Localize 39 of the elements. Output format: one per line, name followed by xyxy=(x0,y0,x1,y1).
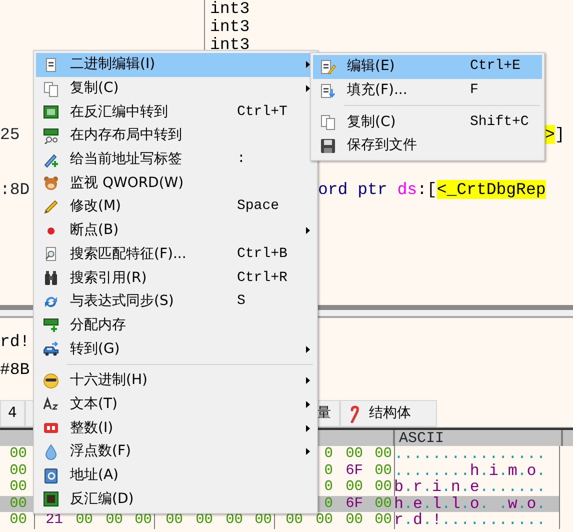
code-text: int3 xyxy=(210,0,250,18)
hex-byte: 00 xyxy=(374,446,392,462)
hex-byte: 00 xyxy=(10,462,27,478)
hex-byte: 00 xyxy=(316,512,333,528)
code-text: int3 xyxy=(210,17,250,36)
ascii-text: ................ xyxy=(394,445,546,463)
ascii-text: h.e.l.l.o. .w.o. xyxy=(394,494,546,512)
hex-byte: 6F xyxy=(346,496,363,512)
hex-byte: 00 xyxy=(374,462,392,478)
hex-byte: 00 xyxy=(10,496,27,512)
info-text: rd! xyxy=(0,332,30,351)
hex-byte: 00 xyxy=(374,512,392,528)
hex-byte: 0 xyxy=(324,446,333,462)
code-text: ord ptr xyxy=(318,180,388,199)
code-text: ds xyxy=(397,180,418,199)
hex-byte: 00 xyxy=(346,479,363,495)
code-text: 25 xyxy=(0,125,20,144)
column-header: ASCII xyxy=(399,430,444,447)
ascii-text: r.d.!........... xyxy=(394,511,546,529)
hex-byte: 00 xyxy=(374,479,392,495)
code-text: int3 xyxy=(210,35,250,54)
code-text: ] xyxy=(554,125,565,144)
hex-byte: 00 xyxy=(10,479,27,495)
hex-byte: 0 xyxy=(324,462,333,478)
hex-byte: 00 xyxy=(346,446,363,462)
ascii-text: b.r.i.n.e....... xyxy=(394,478,546,496)
hex-byte: 0 xyxy=(324,496,333,512)
hex-byte: 0 xyxy=(324,479,333,495)
ascii-text: ........h.i.m.o. xyxy=(394,462,546,480)
code-text: :8D xyxy=(0,180,30,199)
hex-byte: 00 xyxy=(10,512,27,528)
hex-byte: 6F xyxy=(346,462,363,478)
hex-byte: 00 xyxy=(10,446,27,462)
hex-byte: 00 xyxy=(374,496,392,512)
symbol-text: <_CrtDbgRep xyxy=(436,180,546,199)
code-text: :[ xyxy=(417,180,437,199)
info-text: #8B xyxy=(0,360,30,379)
hex-byte: 00 xyxy=(346,512,363,528)
symbol-text: > xyxy=(545,125,555,144)
